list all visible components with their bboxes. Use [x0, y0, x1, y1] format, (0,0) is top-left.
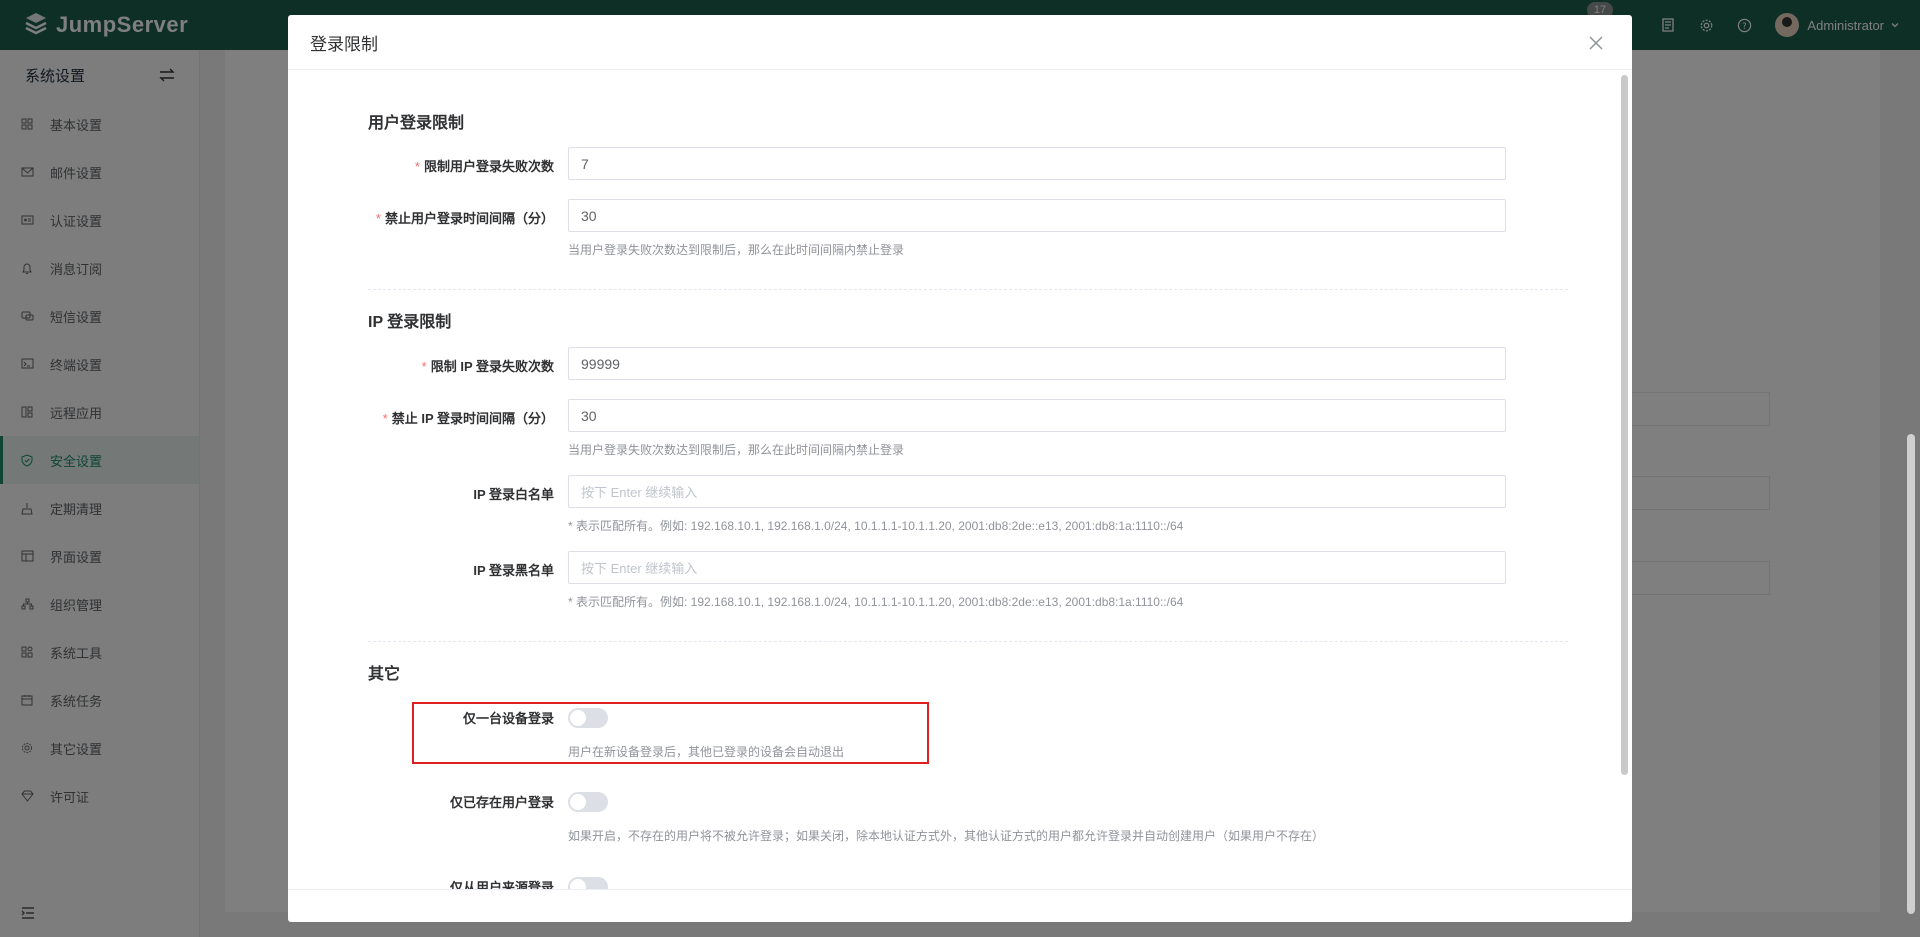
- ip-whitelist-input[interactable]: 按下 Enter 继续输入: [568, 475, 1506, 508]
- ip-block-interval-label: * 禁止 IP 登录时间间隔（分）: [382, 411, 554, 426]
- source-login-label: 仅从用户来源登录: [449, 880, 554, 889]
- page-scrollbar[interactable]: [1907, 434, 1915, 914]
- ip-fail-limit-input[interactable]: 99999: [568, 347, 1506, 380]
- close-icon[interactable]: [1588, 35, 1604, 51]
- user-block-interval-help: 当用户登录失败次数达到限制后，那么在此时间间隔内禁止登录: [568, 243, 905, 257]
- dialog-footer: [288, 889, 1632, 922]
- dialog-scrollbar[interactable]: [1621, 75, 1628, 775]
- user-fail-limit-label: * 限制用户登录失败次数: [414, 159, 554, 174]
- section-divider: [368, 641, 1568, 642]
- ip-block-interval-input[interactable]: 30: [568, 399, 1506, 432]
- login-restriction-dialog: 登录限制 用户登录限制 * 限制用户登录失败次数 7 * 禁止用户登录时间间隔（分）…: [288, 15, 1632, 922]
- section-title-user: 用户登录限制: [368, 115, 465, 132]
- ip-blacklist-input[interactable]: 按下 Enter 继续输入: [568, 551, 1506, 584]
- ip-blacklist-help: * 表示匹配所有。例如: 192.168.10.1, 192.168.1.0/2…: [568, 595, 1184, 609]
- user-block-interval-label: * 禁止用户登录时间间隔（分）: [375, 211, 554, 226]
- existing-user-switch[interactable]: [568, 792, 608, 812]
- source-login-switch[interactable]: [568, 877, 608, 889]
- ip-blacklist-label: IP 登录黑名单: [473, 563, 554, 578]
- ip-whitelist-label: IP 登录白名单: [473, 487, 554, 502]
- existing-user-label: 仅已存在用户登录: [449, 795, 554, 810]
- ip-block-interval-help: 当用户登录失败次数达到限制后，那么在此时间间隔内禁止登录: [568, 443, 905, 457]
- section-title-other: 其它: [368, 666, 401, 683]
- highlight-box: [412, 702, 929, 764]
- existing-user-help: 如果开启，不存在的用户将不被允许登录；如果关闭，除本地认证方式外，其他认证方式的…: [568, 829, 1325, 843]
- dialog-title: 登录限制: [310, 34, 378, 54]
- section-title-ip: IP 登录限制: [368, 314, 452, 331]
- section-divider: [368, 289, 1568, 290]
- ip-fail-limit-label: * 限制 IP 登录失败次数: [421, 359, 554, 374]
- user-fail-limit-input[interactable]: 7: [568, 147, 1506, 180]
- ip-whitelist-help: * 表示匹配所有。例如: 192.168.10.1, 192.168.1.0/2…: [568, 519, 1184, 533]
- dialog-header: 登录限制: [288, 15, 1632, 70]
- dialog-body: 用户登录限制 * 限制用户登录失败次数 7 * 禁止用户登录时间间隔（分） 30 当…: [288, 71, 1632, 889]
- user-block-interval-input[interactable]: 30: [568, 199, 1506, 232]
